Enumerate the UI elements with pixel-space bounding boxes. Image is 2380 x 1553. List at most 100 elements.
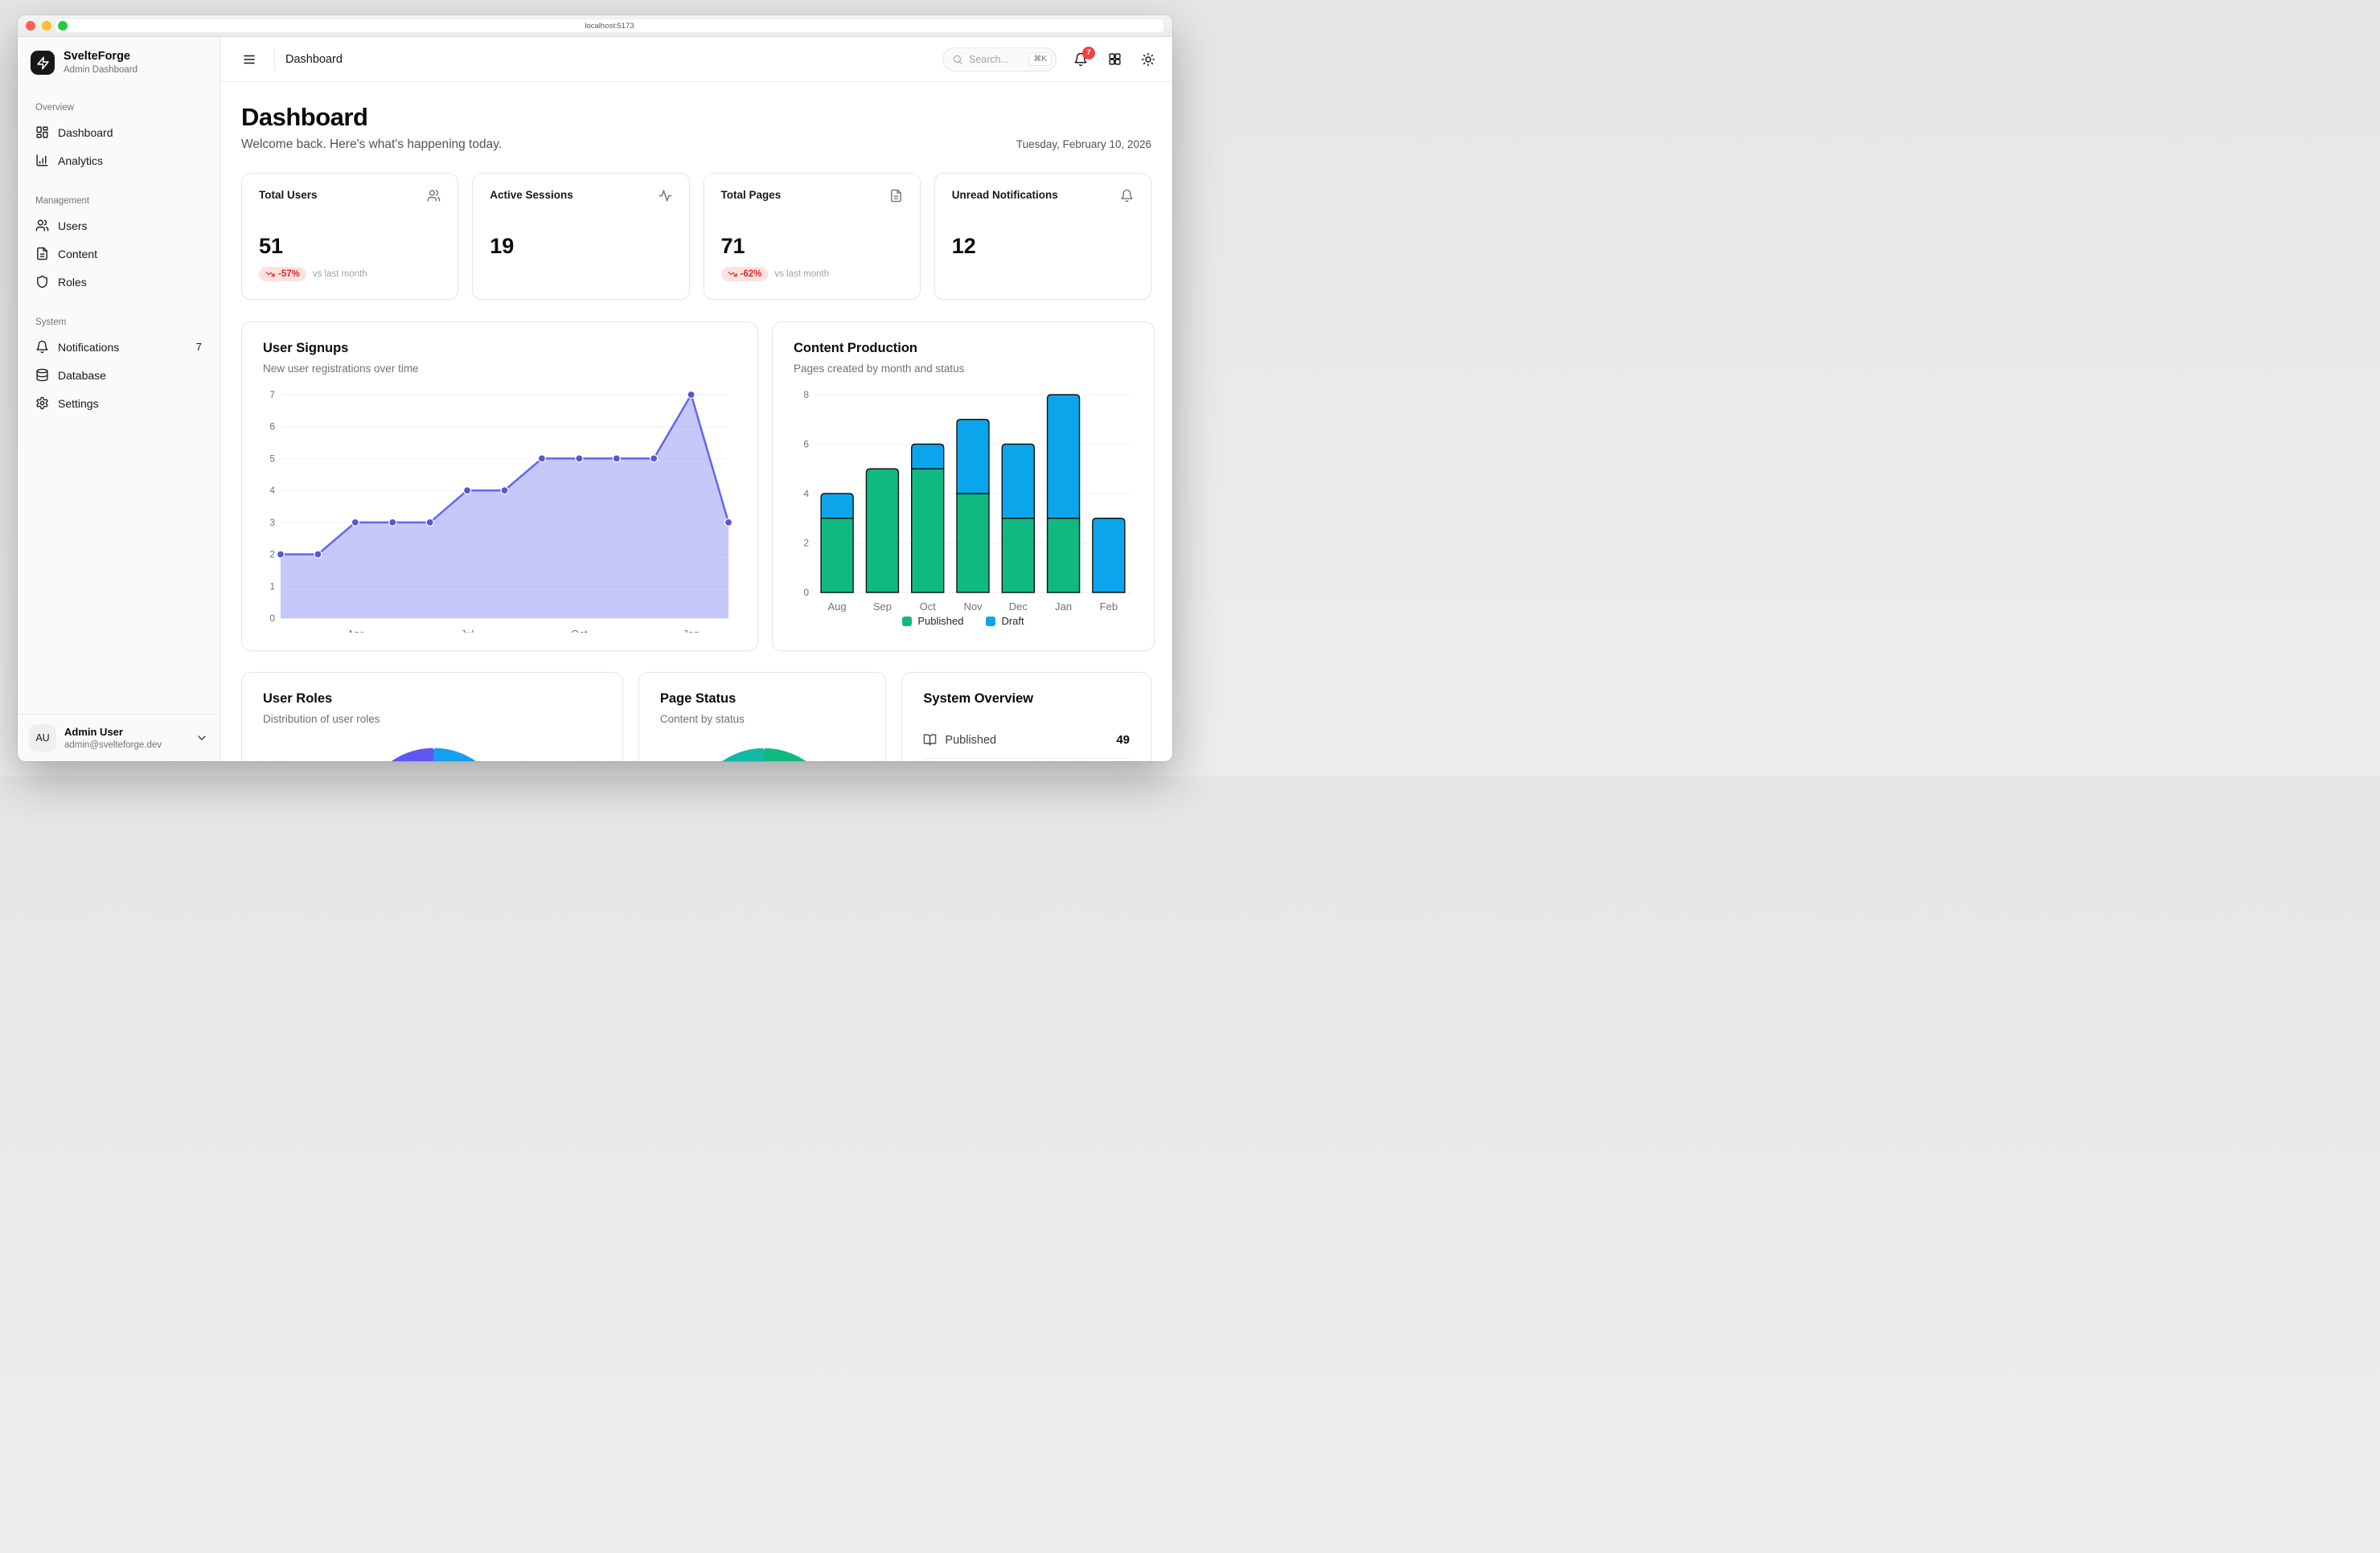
sidebar-item-label: Settings [58,397,99,410]
svg-text:Feb: Feb [1100,600,1118,612]
user-email: admin@svelteforge.dev [64,740,162,751]
trend-badge: -57% [259,267,306,281]
user-roles-card: User Roles Distribution of user roles [241,672,623,761]
apps-grid-button[interactable] [1100,46,1129,73]
stat-card-total-pages: Total Pages71-62%vs last month [704,173,921,300]
user-name: Admin User [64,726,162,739]
page-subtitle: Welcome back. Here's what's happening to… [241,137,502,152]
trend-note: vs last month [313,269,367,279]
svg-text:6: 6 [803,439,809,450]
topbar-title: Dashboard [285,53,343,66]
sidebar-item-dashboard[interactable]: Dashboard [27,118,210,146]
search-shortcut-kbd: ⌘K [1028,52,1052,66]
sidebar-item-label: Analytics [58,154,103,167]
shield-icon [35,275,49,289]
user-signups-chart: 01234567AprJulOctJan [263,387,737,633]
user-menu[interactable]: AU Admin User admin@svelteforge.dev [18,714,220,761]
avatar: AU [29,724,56,752]
sidebar-item-roles[interactable]: Roles [27,268,210,296]
stat-card-active-sessions: Active Sessions 19 [472,173,689,300]
svg-text:0: 0 [269,613,275,624]
svg-text:2: 2 [803,538,809,549]
settings-icon [35,396,49,410]
trending-down-icon [265,269,275,279]
legend-swatch [902,617,912,626]
sidebar-item-content[interactable]: Content [27,240,210,268]
svg-text:Oct: Oct [571,628,588,633]
svg-text:4: 4 [269,485,275,496]
zap-icon [31,51,55,75]
sidebar-item-database[interactable]: Database [27,361,210,389]
system-overview-card: System Overview Published49 [901,672,1151,761]
users-icon [427,189,441,203]
sidebar-section-label: Overview [27,103,210,113]
stat-trend: -57% vs last month [259,267,441,281]
bottom-row: User Roles Distribution of user roles Pa… [241,672,1151,761]
brand-name: SvelteForge [64,50,137,64]
theme-toggle-button[interactable] [1134,46,1163,73]
stat-title: Unread Notifications [952,189,1058,201]
system-row-published: Published49 [923,733,1130,747]
sidebar-toggle-button[interactable] [235,46,264,73]
trend-badge: -62% [721,267,769,281]
charts-row: User Signups New user registrations over… [241,322,1151,651]
card-subtitle: Content by status [660,712,865,726]
card-subtitle: New user registrations over time [263,362,737,375]
url-bar[interactable]: localhost:5173 [55,18,1164,33]
browser-window: localhost:5173 SvelteForge Admin Dashboa… [18,15,1172,761]
sidebar: SvelteForge Admin Dashboard OverviewDash… [18,37,220,761]
sidebar-section-label: System [27,318,210,327]
card-title: User Signups [263,340,737,357]
svg-text:Jan: Jan [1055,600,1072,612]
bell-icon [35,340,49,354]
zoom-window-button[interactable] [58,21,68,31]
sidebar-item-users[interactable]: Users [27,211,210,240]
card-subtitle: Pages created by month and status [794,362,1133,375]
stat-title: Active Sessions [490,189,573,201]
minimize-window-button[interactable] [42,21,51,31]
sidebar-nav: OverviewDashboardAnalyticsManagementUser… [18,84,220,714]
topbar-divider [274,50,275,69]
svg-text:0: 0 [803,587,809,598]
sidebar-item-settings[interactable]: Settings [27,389,210,417]
analytics-icon [35,154,49,167]
dashboard-content: Dashboard Welcome back. Here's what's ha… [220,82,1172,761]
stat-card-total-users: Total Users51-57%vs last month [241,173,458,300]
sidebar-item-notifications[interactable]: Notifications7 [27,333,210,361]
sidebar-item-label: Content [58,248,97,260]
sidebar-item-analytics[interactable]: Analytics [27,146,210,174]
stat-card-unread-notifications: Unread Notifications12 [934,173,1151,300]
trend-note: vs last month [774,269,829,279]
activity-icon [659,189,672,203]
svg-text:Jan: Jan [683,628,700,633]
users-icon [35,219,49,232]
topbar: Dashboard Search... ⌘K 7 [220,37,1172,82]
legend-item-draft: Draft [986,615,1024,627]
page-header: Dashboard Welcome back. Here's what's ha… [241,103,1151,152]
browser-titlebar: localhost:5173 [18,15,1172,37]
divider [923,758,1130,759]
stat-value: 19 [490,234,671,258]
page-title: Dashboard [241,103,502,132]
sidebar-item-label: Database [58,369,106,382]
page-date: Tuesday, February 10, 2026 [1016,138,1151,152]
notifications-button[interactable]: 7 [1066,46,1095,73]
trending-down-icon [728,269,737,279]
database-icon [35,368,49,382]
svg-text:Nov: Nov [963,600,983,612]
system-row-label: Published [945,734,996,747]
search-input[interactable]: Search... ⌘K [942,47,1057,72]
search-icon [952,54,963,65]
svg-text:Apr: Apr [347,628,364,633]
sidebar-item-label: Dashboard [58,126,113,139]
book-open-icon [923,733,937,747]
stats-row: Total Users51-57%vs last monthActive Ses… [241,173,1151,300]
close-window-button[interactable] [26,21,35,31]
svg-text:Sep: Sep [873,600,892,612]
legend-item-published: Published [902,615,963,627]
sidebar-section-overview: Overview Dashboard Analytics [27,103,210,174]
sidebar-section-management: ManagementUsersContentRoles [27,196,210,296]
stat-title: Total Users [259,189,318,201]
search-placeholder: Search... [969,54,1023,65]
app-shell: SvelteForge Admin Dashboard OverviewDash… [18,37,1172,761]
